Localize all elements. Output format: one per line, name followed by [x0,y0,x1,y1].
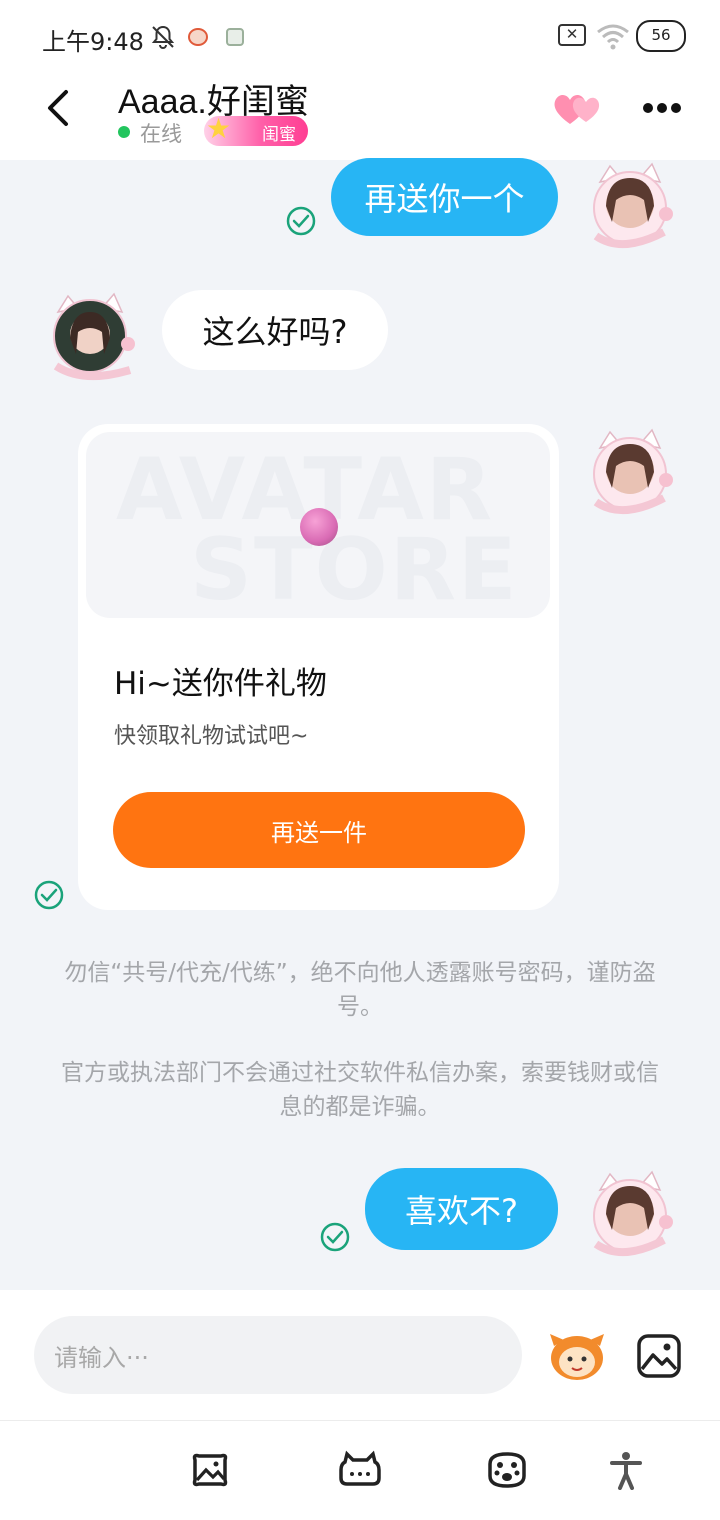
sim-x-icon: ✕ [558,24,586,46]
gift-card-title: Hi~送你件礼物 [114,666,327,702]
my-avatar[interactable] [582,160,678,256]
bell-off-icon [151,25,175,49]
battery-icon: 56 [636,20,686,52]
album-icon[interactable] [189,1450,231,1490]
security-notice: 勿信“共号/代充/代练”，绝不向他人透露账号密码，谨防盗号。 [64,960,656,1020]
emoji-icon[interactable] [546,1328,608,1384]
gift-item-icon [300,508,338,546]
back-icon[interactable] [40,86,80,130]
message-bubble-incoming[interactable]: 这么好吗? [162,290,388,370]
status-bar: 上午9:48 ✕ 56 [0,0,720,72]
read-check-icon [34,880,64,910]
gift-card-watermark: STORE [190,520,519,618]
status-time: 上午9:48 [42,28,144,56]
online-dot [118,126,130,138]
my-avatar[interactable] [582,426,678,522]
gift-card-subtitle: 快领取礼物试试吧~ [114,724,309,749]
read-check-icon [320,1222,350,1252]
fraud-notice: 官方或执法部门不会通过社交软件私信办案，索要钱财或信息的都是诈骗。 [61,1060,659,1120]
message-bubble-outgoing[interactable]: 喜欢不? [365,1168,558,1250]
my-avatar[interactable] [582,1168,678,1264]
message-bubble-outgoing[interactable]: 再送你一个 [331,158,558,236]
star-icon: ★ [206,112,232,145]
hearts-icon[interactable] [552,90,604,128]
accessibility-icon[interactable] [606,1450,646,1490]
send-another-gift-button[interactable]: 再送一件 [113,792,525,868]
relation-badge-label: 闺蜜 [262,125,296,145]
read-check-icon [286,206,316,236]
chat-bubble-icon[interactable] [339,1450,381,1490]
wifi-icon [597,24,629,50]
online-status: 在线 [140,122,182,146]
message-input[interactable]: 请输入··· [34,1316,522,1394]
contact-avatar[interactable] [44,290,140,386]
app-notification-icon [188,28,208,46]
image-icon[interactable] [636,1333,682,1379]
paw-icon[interactable] [486,1450,528,1490]
more-icon[interactable] [642,102,682,114]
chat-header: Aaaa.好闺蜜 在线 ★ 闺蜜 [0,72,720,160]
app-notification-icon [226,28,244,46]
